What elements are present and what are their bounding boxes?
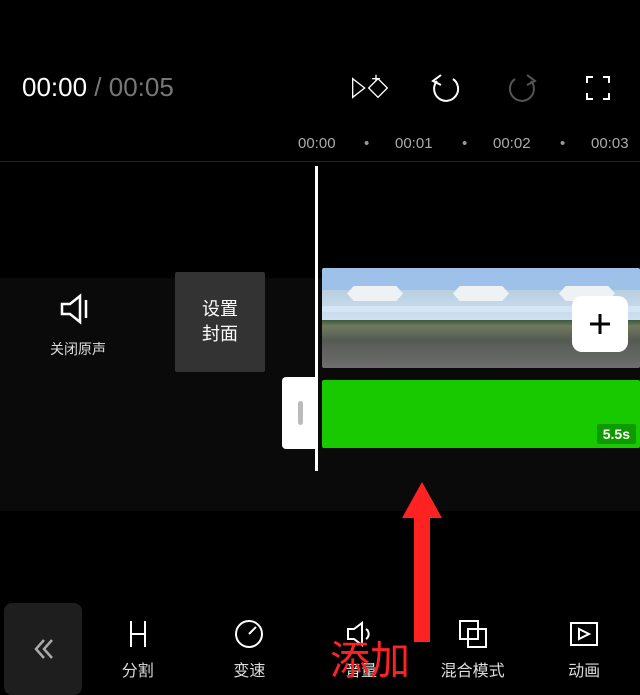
undo-button[interactable]	[426, 68, 466, 108]
play-keyframe-button[interactable]	[350, 68, 390, 108]
mute-original-audio[interactable]: 关闭原声	[50, 292, 106, 359]
fullscreen-button[interactable]	[578, 68, 618, 108]
mute-label: 关闭原声	[50, 339, 106, 359]
back-button[interactable]	[4, 603, 82, 695]
playhead[interactable]	[315, 166, 318, 471]
clip-trim-handle[interactable]	[282, 377, 318, 449]
clip-duration-badge: 5.5s	[597, 424, 636, 444]
tool-animation[interactable]: 动画	[528, 617, 640, 681]
redo-button[interactable]	[502, 68, 542, 108]
set-cover-button[interactable]: 设置 封面	[175, 272, 265, 372]
overlay-clip-track[interactable]: 5.5s	[322, 380, 640, 448]
tool-split[interactable]: 分割	[82, 617, 194, 681]
timeline-ruler[interactable]: 00:00 • 00:01 • 00:02 • 00:03	[0, 125, 640, 161]
bottom-toolbar: 分割 变速 音量 混合模式 动画	[0, 603, 640, 695]
current-time: 00:00	[22, 72, 87, 102]
timecode: 00:00 / 00:05	[22, 72, 174, 103]
total-time: 00:05	[109, 72, 174, 102]
timeline-area[interactable]: 关闭原声 设置 封面 5.5s 添加	[0, 161, 640, 511]
tool-speed[interactable]: 变速	[194, 617, 306, 681]
annotation-label: 添加	[330, 628, 410, 686]
annotation-arrow-icon	[400, 482, 444, 642]
add-clip-button[interactable]	[572, 296, 628, 352]
